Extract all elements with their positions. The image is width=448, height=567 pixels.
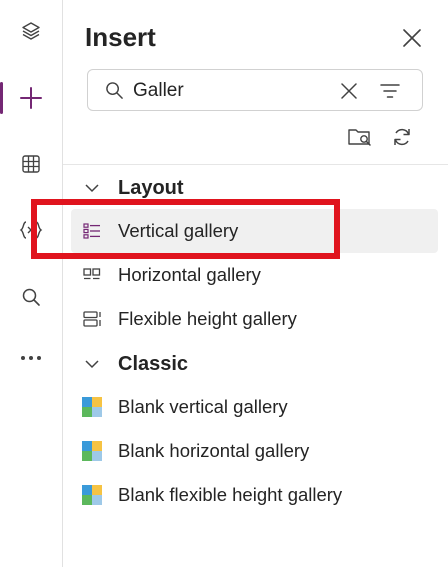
vertical-gallery-icon xyxy=(81,220,103,242)
search-box xyxy=(87,69,423,111)
group-label: Classic xyxy=(118,352,189,375)
refresh-button[interactable] xyxy=(390,122,414,152)
flexible-height-gallery-icon xyxy=(81,308,103,330)
clear-search-button[interactable] xyxy=(338,80,360,102)
insert-panel: Insert Galler Layout Vertical gallery Ho… xyxy=(63,0,448,567)
chevron-down-icon xyxy=(81,353,103,375)
folder-search-icon xyxy=(348,129,371,146)
search-icon xyxy=(22,288,40,306)
divider xyxy=(63,164,448,165)
search-rail-button[interactable] xyxy=(0,275,62,319)
more-button[interactable] xyxy=(0,336,62,380)
plus-icon xyxy=(20,87,42,109)
variables-icon xyxy=(19,221,43,239)
chevron-down-icon xyxy=(81,177,103,199)
more-icon xyxy=(21,356,41,360)
list-item-label: Vertical gallery xyxy=(118,220,239,241)
classic-gallery-icon xyxy=(81,396,103,418)
table-icon xyxy=(22,155,40,173)
search-icon xyxy=(106,82,123,99)
browse-media-button[interactable] xyxy=(347,122,375,152)
list-item-vertical-gallery[interactable]: Vertical gallery xyxy=(71,209,438,253)
horizontal-gallery-icon xyxy=(81,264,103,286)
tree-view-button[interactable] xyxy=(0,9,62,53)
list-item-blank-flexible-height-gallery[interactable]: Blank flexible height gallery xyxy=(71,473,438,517)
list-item-label: Blank horizontal gallery xyxy=(118,440,310,461)
classic-gallery-icon xyxy=(81,440,103,462)
left-rail xyxy=(0,0,63,567)
group-label: Layout xyxy=(118,176,184,199)
list-item-label: Flexible height gallery xyxy=(118,308,297,329)
close-icon xyxy=(403,29,421,47)
insert-button[interactable] xyxy=(0,76,62,120)
filter-button[interactable] xyxy=(378,80,402,102)
list-item-label: Horizontal gallery xyxy=(118,264,261,285)
classic-gallery-icon xyxy=(81,484,103,506)
list-item-label: Blank flexible height gallery xyxy=(118,484,343,505)
group-layout-header[interactable]: Layout xyxy=(81,173,184,203)
filter-icon xyxy=(380,84,400,98)
close-button[interactable] xyxy=(400,26,424,50)
list-item-blank-horizontal-gallery[interactable]: Blank horizontal gallery xyxy=(71,429,438,473)
data-button[interactable] xyxy=(0,142,62,186)
list-item-flexible-height-gallery[interactable]: Flexible height gallery xyxy=(71,297,438,341)
list-item-label: Blank vertical gallery xyxy=(118,396,288,417)
list-item-horizontal-gallery[interactable]: Horizontal gallery xyxy=(71,253,438,297)
panel-title: Insert xyxy=(85,22,156,52)
layers-icon xyxy=(22,22,40,40)
search-input[interactable] xyxy=(133,79,333,103)
refresh-icon xyxy=(394,128,410,146)
list-item-blank-vertical-gallery[interactable]: Blank vertical gallery xyxy=(71,385,438,429)
variables-button[interactable] xyxy=(0,208,62,252)
close-icon xyxy=(341,83,357,99)
group-classic-header[interactable]: Classic xyxy=(81,349,188,379)
